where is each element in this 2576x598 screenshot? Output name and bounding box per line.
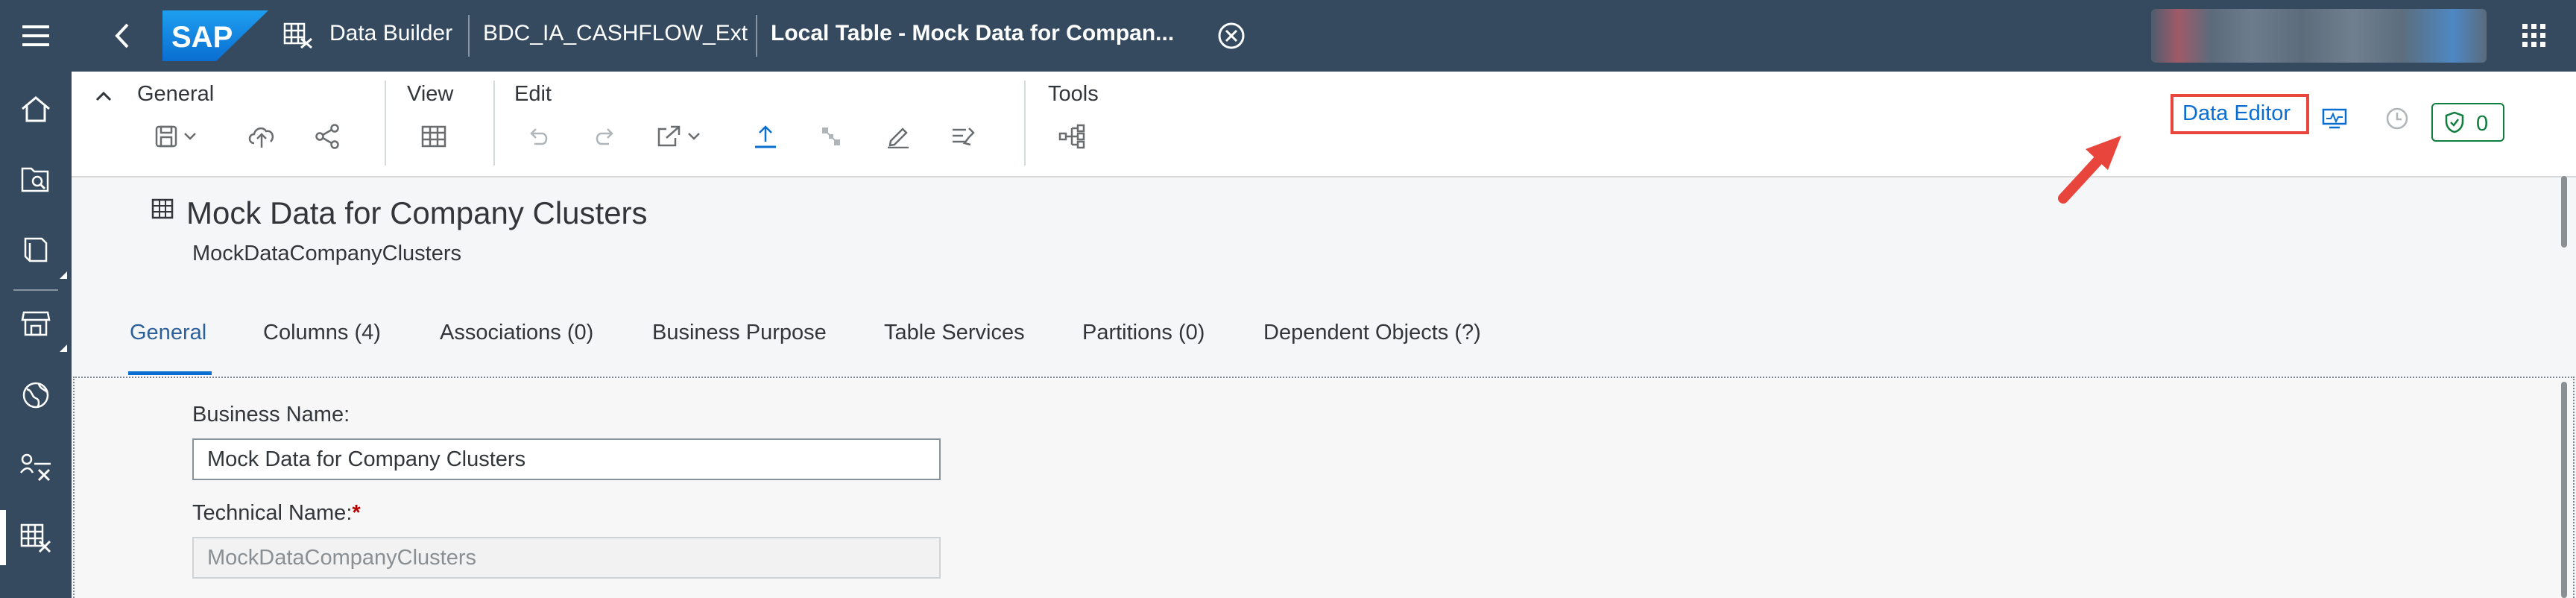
content-scrollbar[interactable] (2561, 382, 2567, 598)
shell-bar: SAP Data Builder BDC_IA_CASHFLOW_Ext Loc… (0, 0, 2576, 72)
collapse-chevron-icon[interactable] (92, 85, 115, 107)
tab-business-purpose[interactable]: Business Purpose (652, 321, 827, 345)
validation-count: 0 (2476, 112, 2489, 136)
table-icon (149, 195, 176, 222)
annotation-arrow (2054, 127, 2129, 209)
user-profile-blurred[interactable] (2151, 9, 2487, 63)
monitor-icon[interactable] (2320, 104, 2349, 133)
shield-check-icon (2443, 110, 2466, 134)
technical-name-input[interactable]: MockDataCompanyClusters (192, 537, 941, 579)
tab-table-services[interactable]: Table Services (884, 321, 1025, 345)
repository-icon[interactable] (18, 231, 54, 267)
technical-name-label-text: Technical Name: (192, 501, 353, 525)
history-icon[interactable] (2382, 104, 2412, 133)
product-switch-icon[interactable] (2518, 19, 2551, 52)
data-editor-button[interactable]: Data Editor (2182, 101, 2291, 126)
group-separator (385, 81, 386, 166)
tab-associations[interactable]: Associations (0) (440, 321, 593, 345)
validation-button[interactable]: 0 (2431, 103, 2504, 142)
group-label-tools: Tools (1048, 82, 1099, 106)
edit-pencil-icon[interactable] (878, 116, 918, 157)
data-builder-icon[interactable] (18, 520, 54, 556)
divider (468, 15, 470, 57)
menu-icon[interactable] (13, 18, 58, 54)
chevron-down-icon[interactable] (177, 116, 203, 157)
impact-lineage-icon[interactable] (1052, 116, 1093, 157)
divider (13, 289, 58, 291)
tab-partitions[interactable]: Partitions (0) (1082, 321, 1205, 345)
share-icon[interactable] (307, 116, 347, 157)
redo-icon[interactable] (584, 116, 625, 157)
back-icon[interactable] (104, 18, 140, 54)
group-separator (1024, 81, 1026, 166)
editor-tab-title[interactable]: Local Table - Mock Data for Compan... (771, 21, 1174, 46)
active-nav-indicator (0, 510, 6, 565)
group-label-view: View (407, 82, 454, 106)
home-icon[interactable] (18, 91, 54, 127)
globe-icon[interactable] (18, 377, 54, 413)
tab-columns[interactable]: Columns (4) (263, 321, 381, 345)
deploy-icon[interactable] (242, 116, 282, 157)
catalog-search-icon[interactable] (18, 161, 54, 197)
header-scrollbar[interactable] (2561, 176, 2567, 248)
chevron-down-icon[interactable] (681, 116, 707, 157)
side-navigation (0, 72, 72, 598)
sap-logo[interactable]: SAP (162, 10, 268, 61)
business-name-label: Business Name: (192, 403, 350, 427)
group-separator (493, 81, 495, 166)
tab-dependent-objects[interactable]: Dependent Objects (?) (1263, 321, 1481, 345)
business-name-input[interactable]: Mock Data for Company Clusters (192, 438, 941, 480)
expand-indicator (60, 271, 67, 279)
app-name[interactable]: Data Builder (329, 21, 452, 46)
divider (756, 15, 757, 57)
table-view-icon[interactable] (414, 116, 454, 157)
data-flow-icon[interactable] (18, 449, 54, 485)
expand-indicator (60, 344, 67, 352)
technical-name-label: Technical Name:* (192, 501, 361, 526)
required-marker: * (352, 501, 361, 525)
data-builder-icon (282, 21, 315, 51)
space-name[interactable]: BDC_IA_CASHFLOW_Ext (483, 21, 748, 46)
sap-logo-text: SAP (171, 21, 233, 54)
marketplace-icon[interactable] (18, 306, 54, 342)
undo-icon[interactable] (519, 116, 559, 157)
page-subtitle: MockDataCompanyClusters (192, 242, 462, 265)
hierarchy-icon[interactable] (811, 116, 851, 157)
upload-icon[interactable] (745, 116, 786, 157)
page-title: Mock Data for Company Clusters (186, 195, 648, 230)
toolbar: General View Edit Tools Data Editor 0 (72, 72, 2576, 177)
group-label-edit: Edit (514, 82, 552, 106)
group-label-general: General (137, 82, 215, 106)
close-icon[interactable] (1215, 19, 1248, 52)
tab-general[interactable]: General (130, 321, 206, 345)
mapping-icon[interactable] (942, 116, 982, 157)
tab-active-underline (128, 371, 212, 375)
